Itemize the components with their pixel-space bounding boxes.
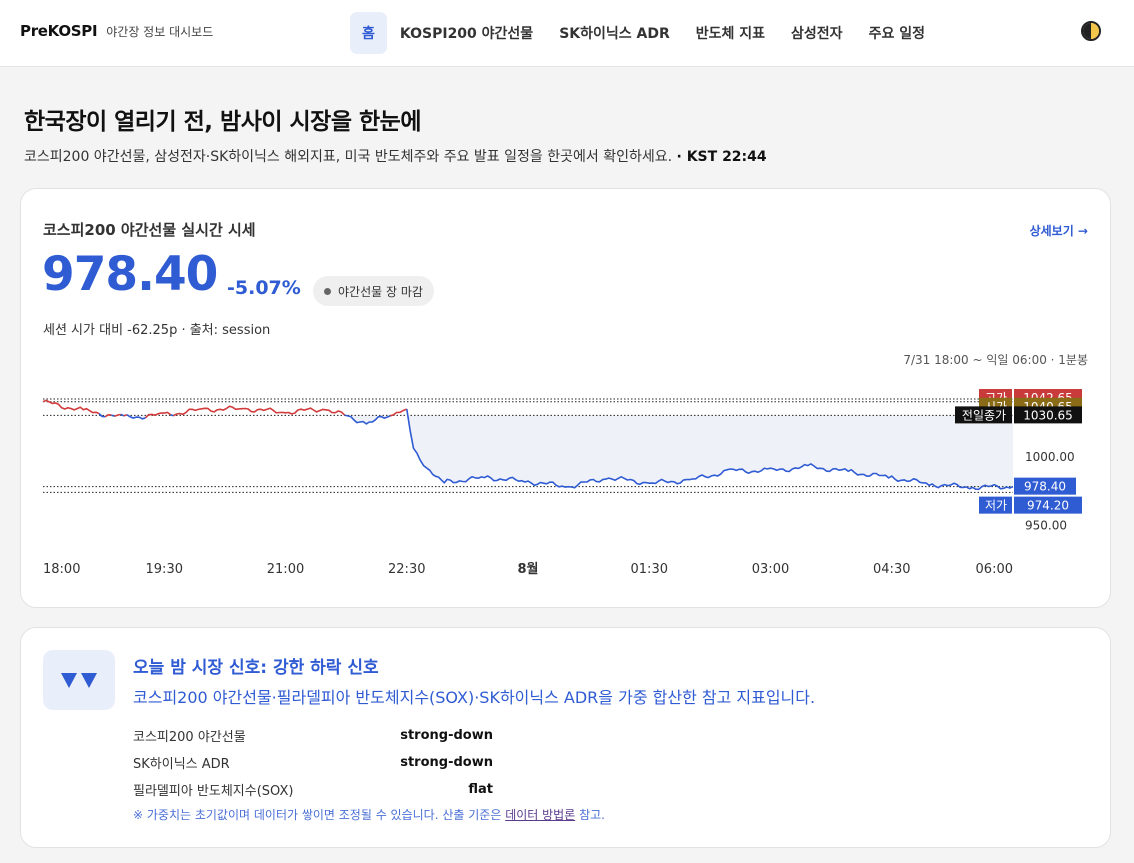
price-line-segment [123,413,128,417]
market-signal-card: 오늘 밤 시장 신호: 강한 하락 신호 코스피200 야간선물·필라델피아 반… [20,627,1111,848]
nav-item-semiconductor-index[interactable]: 반도체 지표 [683,12,778,54]
y-tick-label: 1000.00 [1025,450,1075,464]
ref-value-text: 974.20 [1027,499,1069,513]
x-tick-label: 06:00 [976,562,1013,577]
brand[interactable]: PreKOSPI 야간장 정보 대시보드 [20,22,213,40]
below-close-area [43,415,1013,490]
signal-row: SK하이닉스 ADR strong-down [133,749,493,776]
double-down-arrow-icon [43,650,115,710]
ref-value-text: 1030.65 [1023,408,1073,422]
page-title: 한국장이 열리기 전, 밤사이 시장을 한눈에 [24,109,422,135]
signal-description: 코스피200 야간선물·필라델피아 반도체지수(SOX)·SK하이닉스 ADR을… [133,688,816,707]
footnote-text: ※ 가중치는 초기값이며 데이터가 쌓이면 조정될 수 있습니다. 산출 기준은 [133,808,506,822]
price-line-segment [170,413,174,417]
price-line-segment [98,412,106,418]
price-line-segment [42,399,100,415]
brand-logo-text[interactable]: PreKOSPI [20,22,98,40]
signal-row: 코스피200 야간선물 strong-down [133,722,493,749]
ref-label-text: 전일종가 [962,408,1006,422]
brand-tagline: 야간장 정보 대시보드 [106,25,214,39]
price-line-segment [114,413,121,418]
nav-item-schedule[interactable]: 주요 일정 [856,12,938,54]
x-tick-label: 04:30 [873,562,910,577]
price-line-segment [173,405,346,417]
subtitle-text: 코스피200 야간선물, 삼성전자·SK하이닉스 해외지표, 미국 반도체주와 … [24,149,673,165]
last-price-text: 978.40 [1024,480,1066,494]
theme-toggle-icon[interactable] [1081,21,1101,41]
main-nav: 홈 KOSPI200 야간선물 SK하이닉스 ADR 반도체 지표 삼성전자 주… [350,12,938,54]
nav-item-sk-hynix-adr[interactable]: SK하이닉스 ADR [546,12,683,54]
night-futures-quote-card: 코스피200 야간선물 실시간 시세 상세보기 → 978.40 -5.07% … [20,188,1111,608]
intraday-line-chart: 1000.00950.00고가1042.65시가1040.65전일종가1030.… [42,389,1082,577]
y-tick-label: 950.00 [1025,518,1067,532]
signal-title: 오늘 밤 시장 신호: 강한 하락 신호 [133,658,379,678]
x-tick-label: 03:00 [752,562,789,577]
ref-label-text: 저가 [985,499,1007,513]
price-line-segment [390,408,408,417]
signal-footnote: ※ 가중치는 초기값이며 데이터가 쌓이면 조정될 수 있습니다. 산출 기준은… [133,806,605,823]
x-tick-label: 18:00 [43,562,80,577]
top-navigation-bar: PreKOSPI 야간장 정보 대시보드 홈 KOSPI200 야간선물 SK하… [0,0,1134,67]
nav-item-samsung[interactable]: 삼성전자 [778,12,856,54]
signal-row-value: strong-down [400,728,493,743]
x-tick-label: 01:30 [631,562,668,577]
signal-row: 필라델피아 반도체지수(SOX) flat [133,776,493,803]
x-tick-label: 19:30 [146,562,183,577]
signal-row-name: 필라델피아 반도체지수(SOX) [133,784,294,799]
nav-item-kospi200-night-futures[interactable]: KOSPI200 야간선물 [387,12,546,54]
methodology-link[interactable]: 데이터 방법론 [505,808,575,822]
signal-breakdown: 코스피200 야간선물 strong-down SK하이닉스 ADR strong-… [133,722,493,803]
x-tick-label: 22:30 [388,562,425,577]
x-tick-label: 8월 [517,561,538,577]
page-subtitle: 코스피200 야간선물, 삼성전자·SK하이닉스 해외지표, 미국 반도체주와 … [24,146,767,166]
footnote-suffix: 참고. [575,808,605,822]
price-line-segment [111,414,115,418]
current-time: · KST 22:44 [676,149,767,165]
signal-row-value: flat [468,782,493,797]
nav-item-home[interactable]: 홈 [350,12,387,54]
x-tick-label: 21:00 [267,562,304,577]
signal-row-value: strong-down [400,755,493,770]
signal-row-name: SK하이닉스 ADR [133,757,230,772]
signal-row-name: 코스피200 야간선물 [133,730,246,745]
